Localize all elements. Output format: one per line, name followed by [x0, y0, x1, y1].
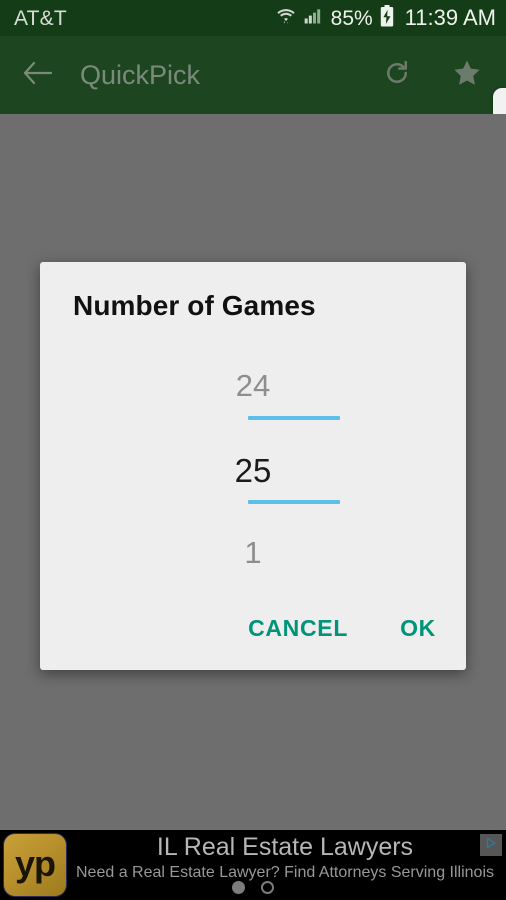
star-icon: [451, 57, 483, 94]
number-picker[interactable]: 24 25 1: [40, 344, 466, 572]
battery-percent-label: 85%: [330, 6, 373, 30]
picker-next-value[interactable]: 1: [40, 537, 466, 568]
carousel-dot-2[interactable]: [261, 881, 274, 894]
number-of-games-dialog: Number of Games 24 25 1 CANCEL OK: [40, 262, 466, 670]
adchoices-button[interactable]: [480, 834, 502, 856]
refresh-button[interactable]: [380, 58, 414, 92]
favorite-button[interactable]: [450, 58, 484, 92]
picker-divider-bottom: [248, 500, 340, 504]
ad-banner[interactable]: yp IL Real Estate Lawyers Need a Real Es…: [0, 830, 506, 900]
picker-selected-value[interactable]: 25: [40, 454, 466, 487]
status-bar: AT&T 85% 11:39 AM: [0, 0, 506, 36]
wifi-icon: [276, 6, 296, 31]
advertiser-logo-label: yp: [14, 843, 56, 884]
cancel-button[interactable]: CANCEL: [244, 609, 352, 648]
cellular-signal-icon: [303, 6, 323, 31]
ad-copy: IL Real Estate Lawyers Need a Real Estat…: [70, 832, 500, 884]
picker-divider-top: [248, 416, 340, 420]
dialog-title: Number of Games: [73, 290, 316, 321]
status-icons: 85% 11:39 AM: [276, 4, 496, 32]
adchoices-icon: [483, 835, 499, 856]
refresh-icon: [382, 58, 412, 93]
back-arrow-icon: [22, 60, 54, 91]
ad-headline: IL Real Estate Lawyers: [156, 833, 414, 861]
dialog-actions: CANCEL OK: [40, 609, 466, 648]
ad-carousel-dots[interactable]: [0, 881, 506, 894]
carrier-label: AT&T: [14, 6, 67, 30]
battery-charging-icon: [380, 4, 394, 32]
app-bar: QuickPick: [0, 36, 506, 114]
clock-label: 11:39 AM: [404, 5, 496, 30]
phone-screen: AT&T 85% 11:39 AM QuickPick Number of Ga…: [0, 0, 506, 900]
picker-previous-value[interactable]: 24: [40, 370, 466, 401]
carousel-dot-1[interactable]: [232, 881, 245, 894]
back-button[interactable]: [18, 55, 58, 95]
page-title: QuickPick: [80, 59, 201, 90]
app-bar-actions: [380, 58, 484, 92]
ok-button[interactable]: OK: [396, 609, 440, 648]
